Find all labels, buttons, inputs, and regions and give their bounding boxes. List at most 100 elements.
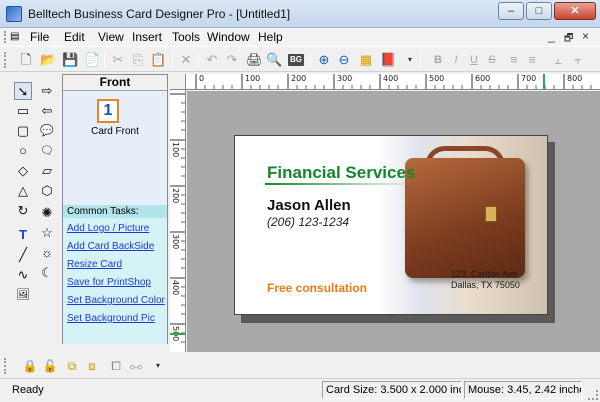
sun-tool-icon[interactable]: ☼: [38, 244, 56, 262]
card-phone-text[interactable]: (206) 123-1234: [267, 215, 349, 229]
menu-grip[interactable]: [4, 31, 7, 43]
vertical-ruler[interactable]: 100 200 300 400 500: [170, 90, 186, 352]
close-button[interactable]: ✕: [554, 2, 596, 20]
star-tool-icon[interactable]: ☆: [38, 224, 56, 242]
card-title-text[interactable]: Financial Services: [267, 163, 415, 183]
set-background-color-link[interactable]: Set Background Color: [67, 295, 165, 306]
status-ready-text: Ready: [12, 384, 44, 396]
menu-file[interactable]: File: [30, 30, 49, 44]
minimize-button[interactable]: –: [498, 2, 524, 20]
moon-tool-icon[interactable]: ☾: [38, 264, 56, 282]
pointer-tool-icon[interactable]: ➘: [14, 82, 32, 100]
ruler-label: 600: [475, 74, 491, 83]
card-front-thumbnail[interactable]: 1: [97, 99, 119, 123]
toolbar-grip[interactable]: [4, 52, 7, 68]
menu-window[interactable]: Window: [207, 30, 250, 44]
bold-icon[interactable]: B: [430, 52, 446, 68]
toolbar-separator: [172, 52, 173, 68]
toolbar-separator: [310, 52, 311, 68]
redo-icon[interactable]: ↷: [224, 52, 240, 68]
underline-icon[interactable]: U: [466, 52, 482, 68]
menu-edit[interactable]: Edit: [64, 30, 85, 44]
burst-tool-icon[interactable]: ✺: [38, 204, 56, 222]
align-left-icon[interactable]: ≡: [506, 52, 522, 68]
rectangle-tool-icon[interactable]: ▭: [14, 102, 32, 120]
image-tool-icon[interactable]: 🖼: [14, 286, 32, 304]
cut-icon[interactable]: ✂: [110, 52, 126, 68]
italic-icon[interactable]: I: [448, 52, 464, 68]
hexagon-tool-icon[interactable]: ⬡: [38, 182, 56, 200]
strikethrough-icon[interactable]: S: [484, 52, 500, 68]
parallelogram-tool-icon[interactable]: ▱: [38, 162, 56, 180]
briefcase-image: [405, 158, 525, 278]
send-back-icon[interactable]: ⧟: [128, 358, 144, 374]
ellipse-tool-icon[interactable]: ○: [14, 142, 32, 160]
spiral-tool-icon[interactable]: ↻: [14, 202, 32, 220]
ungroup-icon[interactable]: ⧈: [84, 358, 100, 374]
card-promo-text[interactable]: Free consultation: [267, 281, 367, 295]
card-name-text[interactable]: Jason Allen: [267, 197, 351, 214]
zoom-out-icon[interactable]: ⊖: [336, 52, 352, 68]
delete-icon[interactable]: ✕: [178, 52, 194, 68]
card-title-underline[interactable]: [265, 183, 415, 185]
toolbar-separator: [104, 52, 105, 68]
bring-front-icon[interactable]: ⧠: [108, 358, 124, 374]
window-title: Belltech Business Card Designer Pro - [U…: [28, 7, 291, 21]
unlock-icon[interactable]: 🔓: [42, 358, 58, 374]
card-address-text[interactable]: 123, Carlton Ave Dallas, TX 75050: [451, 269, 520, 291]
save-printshop-link[interactable]: Save for PrintShop: [67, 277, 151, 288]
business-card[interactable]: Financial Services Jason Allen (206) 123…: [234, 135, 548, 315]
menu-help[interactable]: Help: [258, 30, 283, 44]
undo-icon[interactable]: ↶: [204, 52, 220, 68]
print-preview-icon[interactable]: 🔍: [266, 52, 282, 68]
text-tool-icon[interactable]: T: [14, 226, 32, 244]
card-size-status: Card Size: 3.500 x 2.000 inches: [322, 381, 462, 399]
new-icon[interactable]: 🗋: [18, 52, 34, 68]
rounded-rectangle-tool-icon[interactable]: ▢: [14, 122, 32, 140]
toolbar-grip[interactable]: [4, 358, 7, 374]
horizontal-ruler[interactable]: 0 100 200 300 400 500 600 700 800: [186, 74, 600, 90]
pdf-icon[interactable]: 📄: [84, 52, 100, 68]
doc-minimize-button[interactable]: _: [548, 29, 555, 43]
app-icon: [6, 6, 22, 22]
triangle-tool-icon[interactable]: △: [14, 182, 32, 200]
line-tool-icon[interactable]: ╱: [14, 246, 32, 264]
save-icon[interactable]: 💾: [62, 52, 78, 68]
copy-icon[interactable]: ⎘: [130, 52, 146, 68]
menu-tools[interactable]: Tools: [172, 30, 200, 44]
open-icon[interactable]: 📂: [40, 52, 56, 68]
curve-tool-icon[interactable]: ∿: [14, 266, 32, 284]
resize-grip[interactable]: [588, 390, 598, 400]
lock-icon[interactable]: 🔒: [22, 358, 38, 374]
document-icon[interactable]: ▤: [10, 31, 26, 43]
menu-view[interactable]: View: [98, 30, 124, 44]
print-icon[interactable]: 🖨: [246, 52, 263, 68]
maximize-button[interactable]: □: [526, 2, 552, 20]
common-tasks-list: Add Logo / Picture Add Card BackSide Res…: [63, 218, 167, 344]
book-icon[interactable]: 📕: [380, 52, 396, 68]
align-middle-icon[interactable]: ⫟: [570, 52, 586, 68]
background-icon[interactable]: BG: [288, 54, 304, 66]
grid-icon[interactable]: ▦: [358, 52, 374, 68]
callout-alt-tool-icon[interactable]: 🗨: [38, 142, 56, 160]
status-bar: Ready Card Size: 3.500 x 2.000 inches Mo…: [0, 378, 600, 402]
callout-tool-icon[interactable]: 💬: [38, 122, 56, 140]
menu-insert[interactable]: Insert: [132, 30, 162, 44]
set-background-pic-link[interactable]: Set Background Pic: [67, 313, 155, 324]
zoom-in-icon[interactable]: ⊕: [316, 52, 332, 68]
tool-palette: ➘ ▭ ▢ ○ ◇ △ ↻ T ╱ ∿ 🖼 ⇨ ⇦ 💬 🗨 ▱ ⬡ ✺ ☆ ☼ …: [6, 74, 62, 324]
align-top-icon[interactable]: ⫠: [550, 52, 566, 68]
toolbar-overflow-icon[interactable]: ▾: [150, 358, 166, 374]
diamond-tool-icon[interactable]: ◇: [14, 162, 32, 180]
card-front-label: Card Front: [91, 126, 139, 137]
add-logo-link[interactable]: Add Logo / Picture: [67, 223, 149, 234]
toolbar-overflow-icon[interactable]: ▾: [402, 52, 418, 68]
add-backside-link[interactable]: Add Card BackSide: [67, 241, 154, 252]
paste-icon[interactable]: 📋: [150, 52, 166, 68]
arrow-right-tool-icon[interactable]: ⇨: [38, 82, 56, 100]
group-icon[interactable]: ⧉: [64, 358, 80, 374]
resize-card-link[interactable]: Resize Card: [67, 259, 122, 270]
align-center-icon[interactable]: ≡: [524, 52, 540, 68]
arrow-left-tool-icon[interactable]: ⇦: [38, 102, 56, 120]
doc-close-button[interactable]: ×: [582, 29, 589, 43]
